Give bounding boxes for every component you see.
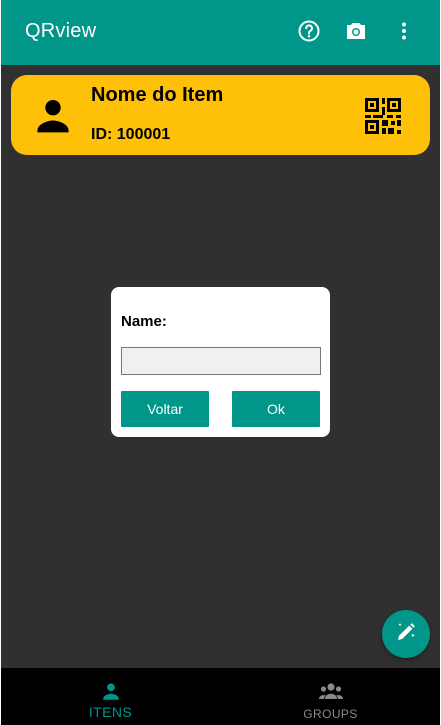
nav-item-itens[interactable]: ITENS — [1, 668, 220, 725]
app-screen: QRview Nome do Item ID: 100001 Name: Vol… — [1, 0, 440, 725]
name-dialog: Name: Voltar Ok — [111, 287, 330, 437]
item-name: Nome do Item — [91, 84, 224, 106]
camera-button[interactable] — [343, 20, 369, 46]
groups-icon — [318, 680, 344, 707]
name-label: Name: — [121, 313, 167, 330]
person-icon — [100, 680, 122, 707]
name-input[interactable] — [121, 347, 321, 375]
help-icon — [297, 19, 321, 48]
item-card[interactable]: Nome do Item ID: 100001 — [11, 75, 430, 155]
camera-icon — [344, 19, 368, 48]
nav-label-itens: ITENS — [88, 704, 133, 720]
nav-label-groups: GROUPS — [303, 707, 358, 721]
nav-item-groups[interactable]: GROUPS — [221, 668, 440, 725]
edit-icon — [394, 620, 418, 649]
help-button[interactable] — [296, 20, 322, 46]
app-bar: QRview — [1, 0, 440, 65]
qr-code-icon[interactable] — [363, 96, 403, 136]
app-title: QRview — [25, 20, 97, 42]
edit-fab-button[interactable] — [382, 610, 430, 658]
more-vert-icon — [392, 19, 416, 48]
item-id: ID: 100001 — [91, 126, 171, 143]
person-icon — [31, 93, 75, 137]
bottom-navigation: ITENS GROUPS — [1, 668, 440, 725]
ok-button[interactable]: Ok — [232, 391, 320, 427]
back-button[interactable]: Voltar — [121, 391, 209, 427]
more-options-button[interactable] — [391, 20, 417, 46]
